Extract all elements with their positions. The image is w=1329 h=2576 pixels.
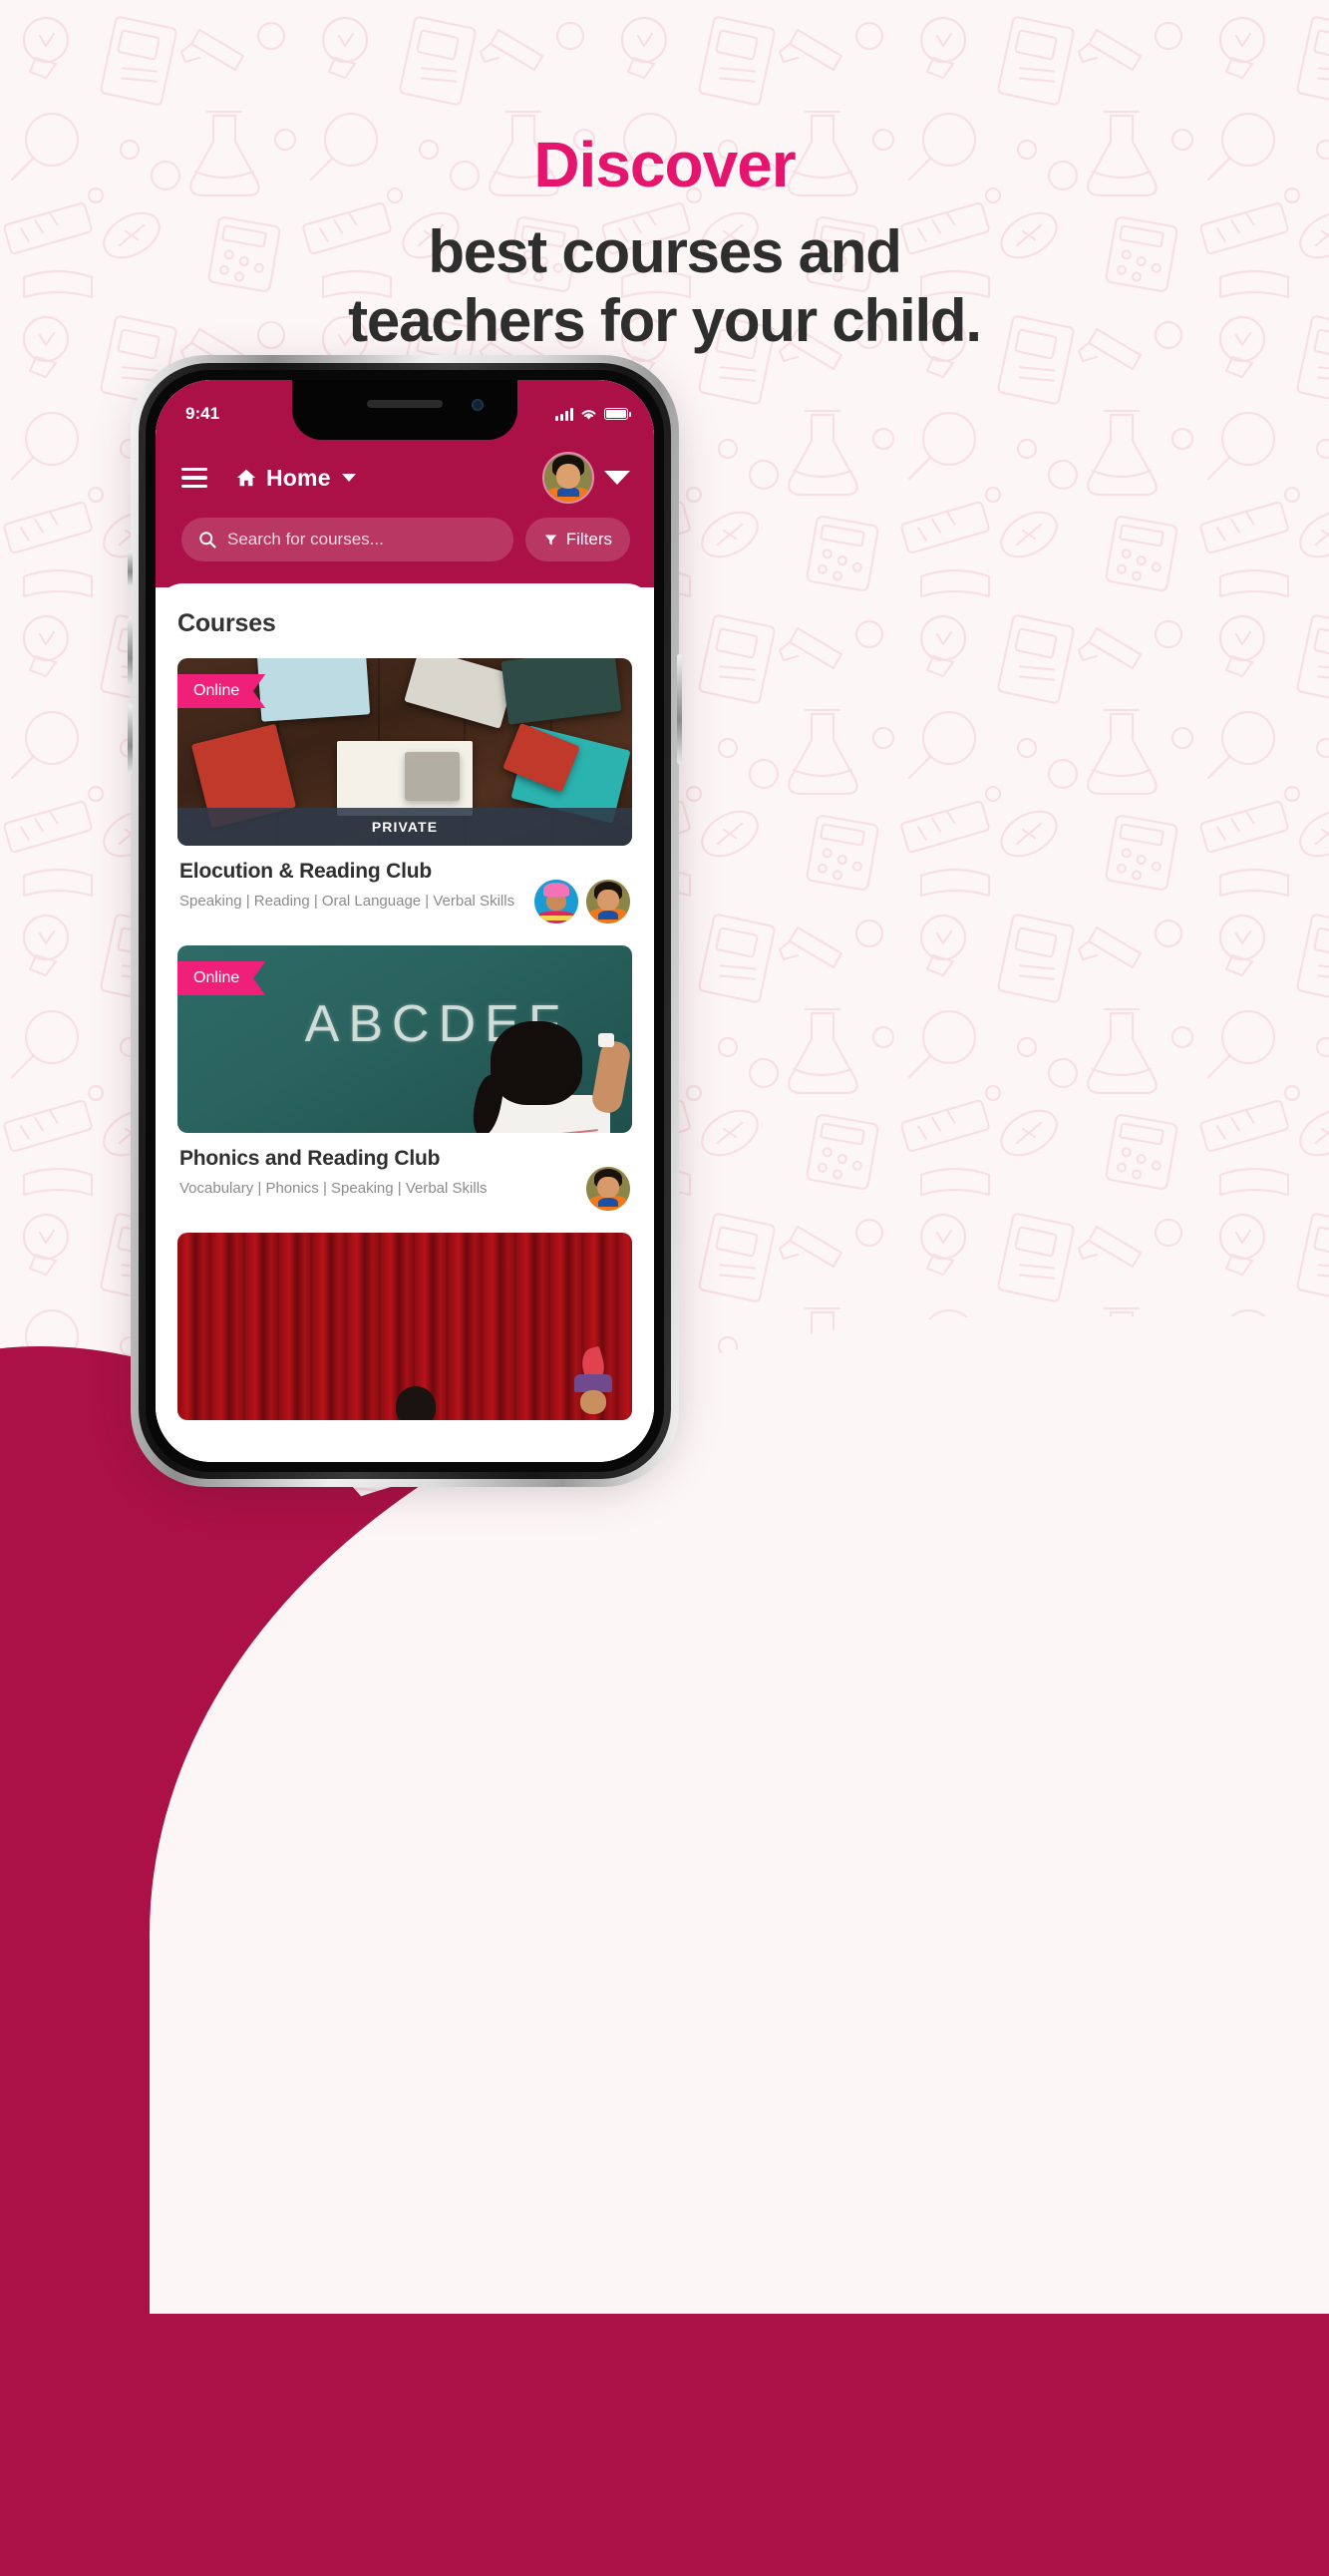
course-text: Elocution & Reading Club Speaking | Read… <box>179 860 522 913</box>
filters-button[interactable]: Filters <box>524 518 630 561</box>
avatar[interactable] <box>534 880 578 923</box>
search-row: Filters <box>156 516 654 587</box>
power-button[interactable] <box>677 654 682 764</box>
volume-up-button[interactable] <box>128 616 133 686</box>
navbar-right <box>542 452 630 504</box>
mobile-app: 9:41 Home Search for courses... Filters … <box>156 380 654 1462</box>
earpiece-speaker <box>367 400 443 408</box>
course-tags: Speaking | Reading | Oral Language | Ver… <box>179 893 515 910</box>
home-icon <box>236 469 256 487</box>
front-camera <box>472 399 484 411</box>
filters-label: Filters <box>565 530 612 549</box>
phone-screen: 9:41 Home Search for courses... Filters … <box>156 380 654 1462</box>
battery-icon <box>604 408 631 420</box>
wifi-icon <box>581 409 596 420</box>
headline-line-1: Discover <box>533 129 796 200</box>
course-image-stage-curtain <box>177 1233 632 1420</box>
course-card[interactable] <box>177 1233 632 1420</box>
courses-sheet: Courses Online PRIVATE Elocution & Readi… <box>156 583 654 1462</box>
mute-switch[interactable] <box>128 551 133 586</box>
child-head-illustration <box>395 1386 436 1420</box>
course-title: Phonics and Reading Club <box>179 1147 441 1170</box>
course-teacher-avatars <box>586 1147 630 1211</box>
avatar[interactable] <box>586 880 630 923</box>
cellular-signal-icon <box>555 407 573 421</box>
student-illustration <box>468 1013 632 1133</box>
status-time: 9:41 <box>185 404 220 423</box>
status-badge: Online <box>177 674 266 708</box>
section-title: Courses <box>177 609 276 637</box>
search-box[interactable] <box>181 518 513 561</box>
privacy-label: PRIVATE <box>177 808 632 846</box>
course-title: Elocution & Reading Club <box>179 860 433 883</box>
avatar[interactable] <box>586 1167 630 1211</box>
course-image-chalkboard: ABCDEF Online <box>177 945 632 1133</box>
avatar[interactable] <box>542 452 594 504</box>
course-card[interactable]: Online PRIVATE Elocution & Reading Club … <box>177 658 632 923</box>
filter-funnel-icon <box>544 535 556 545</box>
search-input[interactable] <box>227 530 498 550</box>
phone-mockup: 9:41 Home Search for courses... Filters … <box>128 355 682 1488</box>
app-navbar: Home <box>156 440 654 516</box>
app-store-screenshot: Discover best courses and teachers for y… <box>0 0 1329 2576</box>
search-icon <box>199 532 216 549</box>
hamburger-menu-icon[interactable] <box>181 467 207 489</box>
headline-line-2: best courses and <box>428 217 902 285</box>
status-badge: Online <box>177 961 266 995</box>
volume-down-button[interactable] <box>128 704 133 774</box>
avatar-chevron-down-icon[interactable] <box>604 471 630 485</box>
puppet-illustration <box>570 1345 618 1420</box>
status-icons <box>555 407 631 421</box>
home-label: Home <box>266 464 331 491</box>
course-card-body: Phonics and Reading Club Vocabulary | Ph… <box>177 1133 632 1211</box>
headline-line-3: teachers for your child. <box>348 287 982 355</box>
phone-notch <box>292 380 517 440</box>
course-text: Phonics and Reading Club Vocabulary | Ph… <box>179 1147 574 1200</box>
course-card[interactable]: ABCDEF Online Phonics and Reading Club V… <box>177 945 632 1211</box>
course-image-books: Online PRIVATE <box>177 658 632 846</box>
course-teacher-avatars <box>534 860 630 923</box>
course-tags: Vocabulary | Phonics | Speaking | Verbal… <box>179 1180 488 1197</box>
home-dropdown[interactable]: Home <box>235 465 356 492</box>
page-title: Discover best courses and teachers for y… <box>0 129 1329 356</box>
course-card-body: Elocution & Reading Club Speaking | Read… <box>177 846 632 923</box>
chevron-down-icon <box>341 474 356 482</box>
